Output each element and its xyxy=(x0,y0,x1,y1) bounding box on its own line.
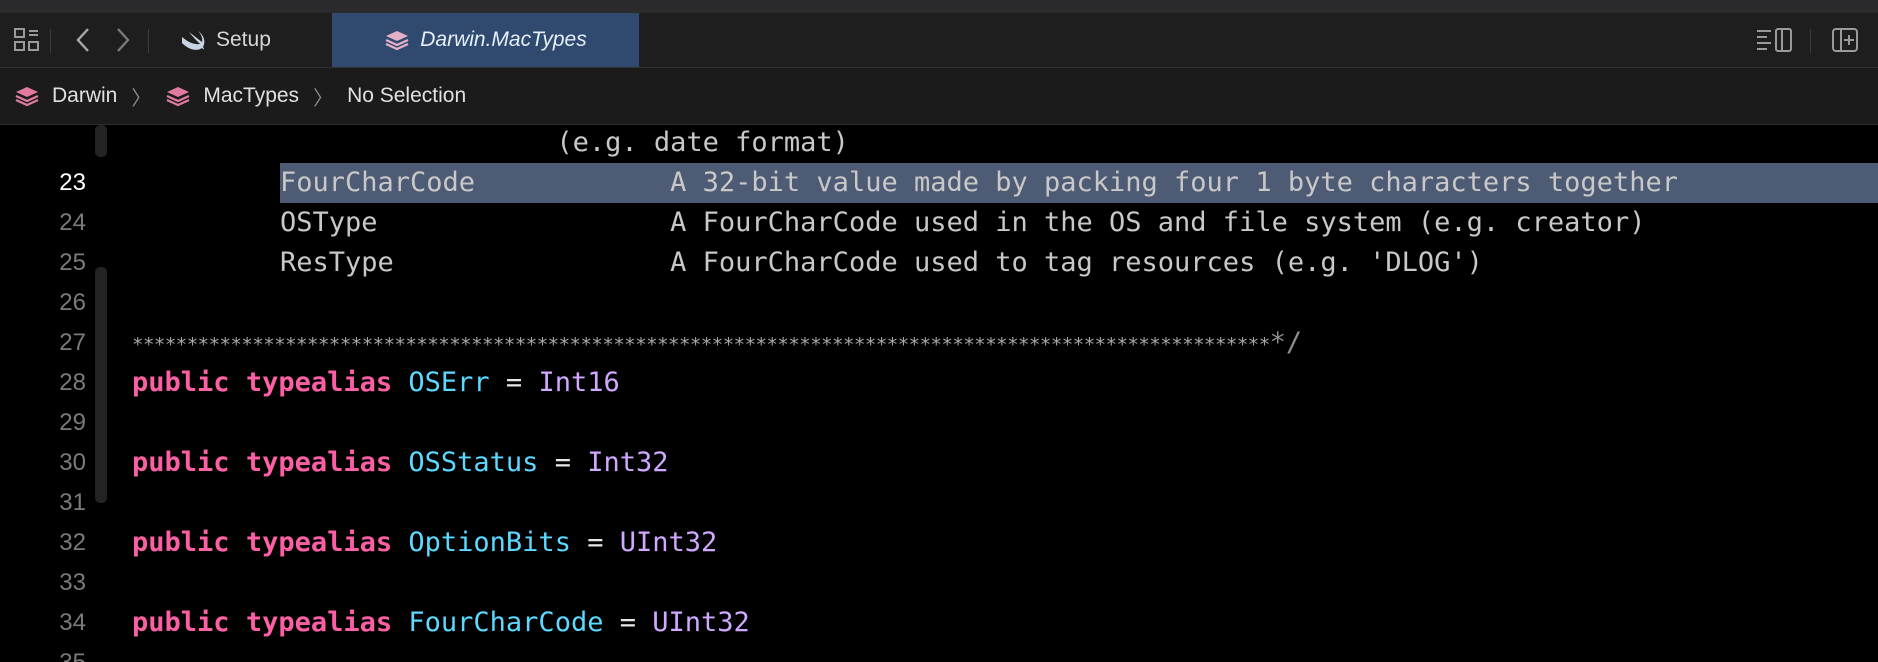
code-token: OptionBits xyxy=(408,527,571,558)
forward-button[interactable] xyxy=(110,26,136,54)
breadcrumb-separator: 〉 xyxy=(313,87,334,110)
code-token: public xyxy=(132,367,230,398)
code-token: = xyxy=(570,527,620,558)
related-items-button[interactable] xyxy=(12,26,42,54)
code-line: ResType A FourCharCode used to tag resou… xyxy=(280,243,1483,283)
code-token: = xyxy=(489,367,539,398)
code-token: FourCharCode xyxy=(408,607,604,638)
code-line: FourCharCode A 32-bit value made by pack… xyxy=(280,163,1678,203)
code-line: public typealias OSErr = Int16 xyxy=(132,363,620,403)
back-button[interactable] xyxy=(70,26,96,54)
code-token: OSType A FourCharCode used in the OS and… xyxy=(280,207,1646,238)
toolbar-divider xyxy=(148,29,149,53)
code-token: public xyxy=(132,527,230,558)
grid-icon xyxy=(14,28,39,51)
jump-bar: Darwin 〉 MacTypes 〉 No Selection xyxy=(0,68,1878,125)
breadcrumb-label: MacTypes xyxy=(203,84,300,107)
code-token: */ xyxy=(1269,327,1303,358)
code-token: ResType A FourCharCode used to tag resou… xyxy=(280,247,1483,278)
code-token: FourCharCode A 32-bit value made by pack… xyxy=(280,167,1678,198)
breadcrumb-separator: 〉 xyxy=(131,87,152,110)
breadcrumb-label: Darwin xyxy=(52,84,118,107)
toolbar-divider xyxy=(1810,29,1811,53)
chevron-right-icon xyxy=(117,28,130,52)
code-token: Int16 xyxy=(538,367,620,398)
breadcrumb-item-darwin[interactable]: Darwin xyxy=(14,84,117,108)
code-token: typealias xyxy=(245,527,393,558)
code-line: public typealias OSStatus = Int32 xyxy=(132,443,669,483)
code-line: OSType A FourCharCode used in the OS and… xyxy=(280,203,1645,243)
code-token: UInt32 xyxy=(619,527,718,558)
split-editor-add-icon xyxy=(1832,28,1858,52)
tab-label: Setup xyxy=(216,28,271,51)
tab-setup[interactable]: Setup xyxy=(180,13,330,67)
code-line: (e.g. date format) xyxy=(280,125,849,163)
swift-icon xyxy=(180,29,206,51)
code-editor[interactable]: 23242526272829303132333435 (e.g. date fo… xyxy=(0,125,1878,662)
module-icon xyxy=(14,85,40,107)
toolbar-divider xyxy=(50,29,51,53)
code-token: public xyxy=(132,607,230,638)
code-token: public xyxy=(132,447,230,478)
code-token: OSErr xyxy=(408,367,490,398)
add-editor-button[interactable] xyxy=(1830,26,1860,54)
module-icon xyxy=(384,29,410,51)
code-token: typealias xyxy=(245,447,393,478)
code-token: typealias xyxy=(245,367,393,398)
code-line: public typealias OptionBits = UInt32 xyxy=(132,523,717,563)
code-token: Int32 xyxy=(587,447,669,478)
breadcrumb-item-mactypes[interactable]: MacTypes xyxy=(165,84,299,108)
code-token: OSStatus xyxy=(408,447,539,478)
inspector-toggle-button[interactable] xyxy=(1754,26,1794,54)
tab-bar: Setup Darwin.MacTypes xyxy=(0,13,1878,68)
code-token: UInt32 xyxy=(652,607,750,638)
code-token: typealias xyxy=(245,607,393,638)
code-line: public typealias FourCharCode = UInt32 xyxy=(132,603,750,643)
code-text[interactable]: (e.g. date format) FourCharCode A 32-bit … xyxy=(0,125,1878,662)
module-icon xyxy=(165,85,191,107)
tab-darwin-mactypes[interactable]: Darwin.MacTypes xyxy=(332,13,639,67)
breadcrumb-label: No Selection xyxy=(347,84,467,107)
chevron-left-icon xyxy=(76,28,89,52)
code-line: ****************************************… xyxy=(132,323,1302,363)
code-token: ****************************************… xyxy=(132,334,1270,356)
editor-options-icon xyxy=(1757,28,1792,52)
code-token: = xyxy=(538,447,588,478)
window-top-strip xyxy=(0,0,1878,14)
breadcrumb-item-no-selection[interactable]: No Selection xyxy=(347,84,466,108)
code-token: (e.g. date format) xyxy=(280,127,849,158)
tab-label: Darwin.MacTypes xyxy=(420,28,587,51)
code-token: = xyxy=(603,607,653,638)
